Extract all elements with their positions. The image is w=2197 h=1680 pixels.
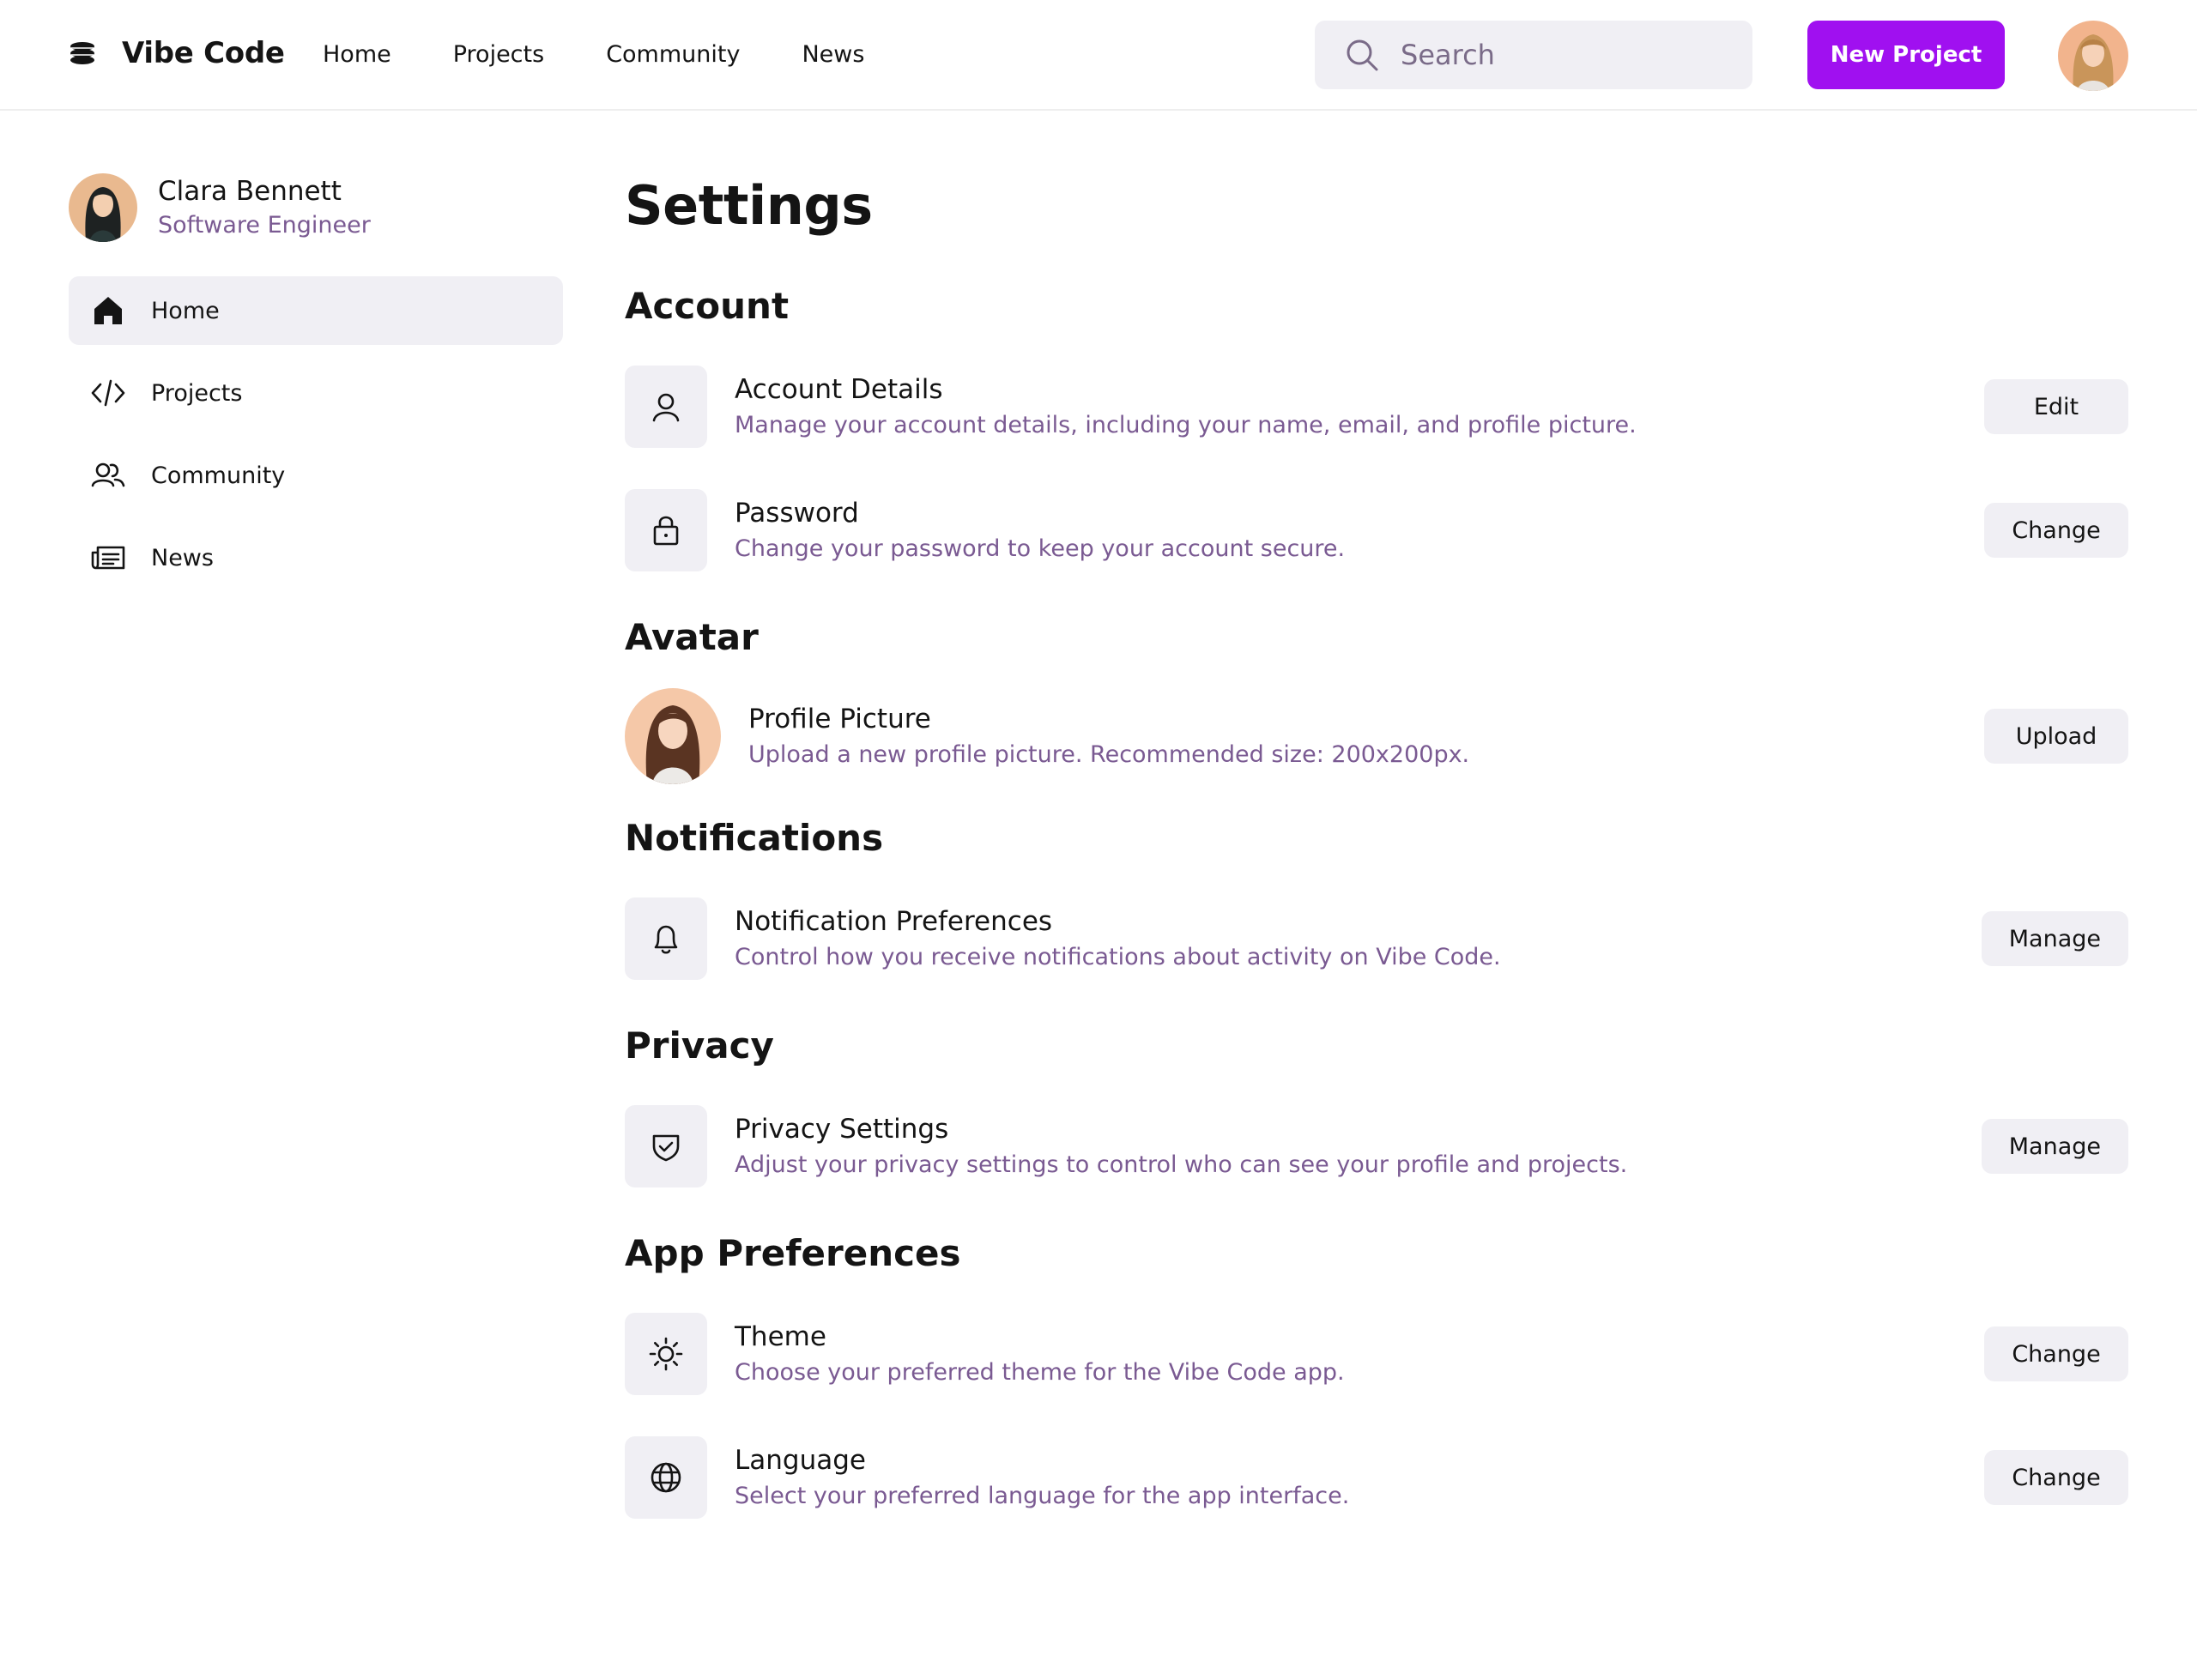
section-title-notifications: Notifications	[625, 817, 884, 859]
setting-name: Language	[735, 1445, 866, 1476]
sidebar-item-community[interactable]: Community	[69, 441, 563, 510]
profile-picture-preview	[625, 688, 721, 784]
lock-icon	[653, 516, 679, 546]
topnav-link-home[interactable]: Home	[323, 41, 391, 68]
new-project-button[interactable]: New Project	[1807, 21, 2005, 89]
setting-name: Privacy Settings	[735, 1114, 949, 1145]
setting-icon-tile	[625, 1313, 707, 1395]
section-title-privacy: Privacy	[625, 1024, 774, 1067]
page-title: Settings	[625, 174, 873, 237]
newspaper-icon	[91, 546, 125, 570]
users-icon	[91, 462, 125, 487]
user-icon	[652, 393, 680, 422]
setting-icon-tile	[625, 366, 707, 448]
change-language-button[interactable]: Change	[1984, 1450, 2128, 1505]
upload-avatar-button[interactable]: Upload	[1984, 709, 2128, 764]
setting-name: Account Details	[735, 374, 943, 405]
setting-description: Select your preferred language for the a…	[735, 1483, 1350, 1509]
sidebar-profile: Clara Bennett Software Engineer	[69, 170, 563, 245]
setting-name: Profile Picture	[748, 704, 931, 734]
avatar-image	[2058, 21, 2128, 91]
edit-account-button[interactable]: Edit	[1984, 379, 2128, 434]
section-title-app-preferences: App Preferences	[625, 1232, 961, 1274]
setting-row-theme: Theme Choose your preferred theme for th…	[625, 1313, 2128, 1395]
setting-icon-tile	[625, 489, 707, 571]
top-navigation-bar: Vibe Code Home Projects Community News N…	[0, 0, 2197, 111]
search-input[interactable]	[1401, 39, 1744, 71]
code-icon	[91, 379, 125, 407]
sidebar-item-projects[interactable]: Projects	[69, 359, 563, 427]
globe-icon	[651, 1462, 681, 1493]
manage-privacy-button[interactable]: Manage	[1981, 1119, 2128, 1174]
sidebar-item-label: Projects	[151, 379, 243, 407]
change-password-button[interactable]: Change	[1984, 503, 2128, 558]
sidebar-item-label: Home	[151, 297, 220, 324]
sun-icon	[649, 1337, 683, 1371]
setting-icon-tile	[625, 1105, 707, 1187]
section-title-avatar: Avatar	[625, 616, 759, 658]
setting-icon-tile	[625, 1436, 707, 1519]
app-name: Vibe Code	[122, 36, 285, 70]
brand[interactable]: Vibe Code	[69, 33, 285, 74]
setting-description: Control how you receive notifications ab…	[735, 944, 1501, 970]
topnav-link-projects[interactable]: Projects	[453, 41, 544, 68]
user-avatar[interactable]	[2058, 21, 2128, 91]
sidebar-item-home[interactable]: Home	[69, 276, 563, 345]
setting-description: Upload a new profile picture. Recommende…	[748, 741, 1470, 768]
sidebar-item-label: Community	[151, 462, 286, 489]
settings-content: Settings Account Account Details Manage …	[625, 170, 2128, 1560]
setting-description: Choose your preferred theme for the Vibe…	[735, 1359, 1345, 1386]
profile-name: Clara Bennett	[158, 176, 342, 207]
home-icon	[94, 297, 122, 324]
topnav-link-community[interactable]: Community	[606, 41, 740, 68]
setting-row-language: Language Select your preferred language …	[625, 1436, 2128, 1519]
setting-description: Change your password to keep your accoun…	[735, 535, 1346, 562]
setting-row-profile-picture: Profile Picture Upload a new profile pic…	[625, 688, 2128, 784]
profile-avatar	[69, 173, 137, 242]
setting-row-password: Password Change your password to keep yo…	[625, 489, 2128, 571]
search-icon	[1347, 39, 1378, 71]
setting-name: Theme	[735, 1321, 826, 1352]
setting-icon-tile	[625, 897, 707, 980]
shield-check-icon	[652, 1134, 680, 1162]
setting-row-notification-preferences: Notification Preferences Control how you…	[625, 897, 2128, 980]
sidebar-item-label: News	[151, 544, 214, 571]
setting-description: Adjust your privacy settings to control …	[735, 1151, 1628, 1178]
setting-name: Notification Preferences	[735, 906, 1053, 937]
avatar-image	[625, 688, 721, 784]
profile-role: Software Engineer	[158, 212, 371, 239]
sidebar: Clara Bennett Software Engineer Home Pro…	[69, 170, 563, 606]
setting-row-account-details: Account Details Manage your account deta…	[625, 366, 2128, 448]
settings-page: Vibe Code Home Projects Community News N…	[0, 0, 2197, 1680]
stack-logo-icon	[70, 42, 94, 64]
topnav-link-news[interactable]: News	[802, 41, 864, 68]
top-nav: Home Projects Community News	[323, 34, 926, 74]
change-theme-button[interactable]: Change	[1984, 1326, 2128, 1381]
avatar-image	[69, 173, 137, 242]
setting-row-privacy-settings: Privacy Settings Adjust your privacy set…	[625, 1105, 2128, 1187]
setting-description: Manage your account details, including y…	[735, 412, 1637, 438]
search-box[interactable]	[1315, 21, 1752, 89]
section-title-account: Account	[625, 285, 790, 327]
manage-notifications-button[interactable]: Manage	[1981, 911, 2128, 966]
bell-icon	[654, 925, 678, 954]
sidebar-nav: Home Projects Community News	[69, 276, 563, 592]
setting-name: Password	[735, 498, 859, 529]
sidebar-item-news[interactable]: News	[69, 523, 563, 592]
